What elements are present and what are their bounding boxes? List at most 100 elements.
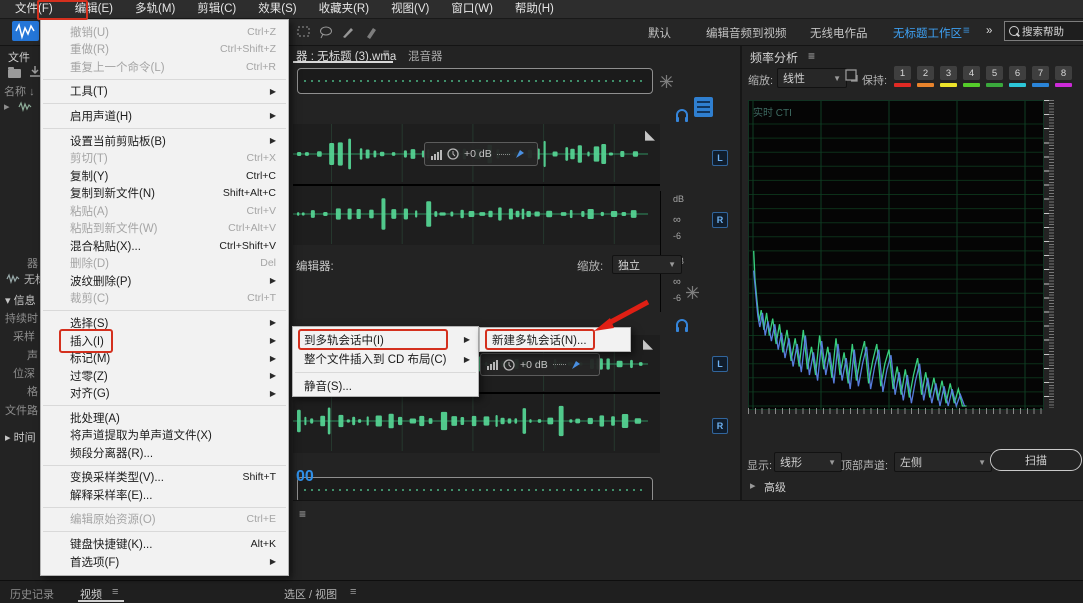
settings-star-icon[interactable] [659,74,674,89]
hold-button-8[interactable]: 8 [1055,66,1072,80]
paintbrush-tool-icon[interactable] [340,24,356,40]
volume-hud-2[interactable]: +0 dB [480,353,600,376]
video-panel-menu-icon[interactable]: ≡ [112,586,118,598]
edit-menu-item-7[interactable]: 启用声道(H) ▶ [41,107,288,125]
edit-menu-item-28[interactable]: 频段分离器(R)... [41,444,288,462]
edit-menu-item-9[interactable]: 设置当前剪贴板(B) ▶ [41,132,288,150]
copy-snapshot-icon[interactable] [845,69,861,85]
hold-button-7[interactable]: 7 [1032,66,1049,80]
menubar-item-8[interactable]: 窗口(W) [440,0,504,18]
edit-menu-item-5[interactable]: 工具(T) ▶ [41,83,288,101]
edit-menu-item-24[interactable]: 对齐(G) ▶ [41,384,288,402]
menubar-item-6[interactable]: 收藏夹(R) [308,0,380,18]
zoom-mode-select[interactable]: 独立 ▼ [612,255,682,274]
edit-menu-item-18[interactable]: 裁剪(C) Ctrl+T [41,290,288,308]
insert-submenu-item-2[interactable]: 整个文件插入到 CD 布局(C) ▶ [293,350,478,370]
files-panel-tab[interactable]: 文件 [8,49,30,65]
mixer-tab[interactable]: 混音器 [408,48,443,64]
menubar-item-7[interactable]: 视图(V) [380,0,440,18]
edit-menu-item-1[interactable]: 撤销(U) Ctrl+Z [41,23,288,41]
hud-gain-value[interactable]: +0 dB [520,359,548,371]
frequency-chart[interactable] [748,100,1044,410]
left-channel-badge[interactable]: L [712,356,728,372]
hold-button-3[interactable]: 3 [940,66,957,80]
time-section-header[interactable]: ▸ 时间 [5,429,36,445]
insert-submenu-item-4[interactable]: 静音(S)... [293,376,478,396]
search-help-box[interactable]: 搜索帮助 [1004,21,1083,41]
top-channel-select[interactable]: 左侧 ▼ [894,452,992,472]
selection-view-menu-icon[interactable]: ≡ [350,586,356,598]
hud-slider-track[interactable] [552,364,566,365]
workspace-preset-default[interactable]: 默认 [648,25,671,41]
hud-gain-value[interactable]: +0 dB [464,148,492,160]
edit-menu-item-35[interactable]: 键盘快捷键(K)... Alt+K [41,535,288,553]
open-folder-icon[interactable] [8,67,21,78]
edit-menu-item-14[interactable]: 粘贴到新文件(W) Ctrl+Alt+V [41,219,288,237]
pin-hud-icon[interactable] [571,360,581,370]
volume-hud[interactable]: +0 dB [424,142,538,166]
edit-menu-item-3[interactable]: 重复上一个命令(L) Ctrl+R [41,58,288,76]
files-name-column-header[interactable]: 名称 ↓ [4,83,35,99]
workspace-menu-icon[interactable]: ≡ [963,25,970,37]
history-panel-tab[interactable]: 历史记录 [10,586,54,602]
headphone-monitor-icon[interactable] [674,107,690,123]
marquee-selection-tool-icon[interactable] [296,24,312,40]
edit-menu-item-2[interactable]: 重做(R) Ctrl+Shift+Z [41,41,288,59]
edit-menu-item-31[interactable]: 解释采样率(E)... [41,486,288,504]
hud-slider-track[interactable] [496,153,510,155]
edit-menu-item-21[interactable]: 插入(I) ▶ [41,328,288,353]
edit-menu-item-16[interactable]: 删除(D) Del [41,255,288,273]
edit-menu-item-17[interactable]: 波纹删除(P) ▶ [41,272,288,290]
info-section-header[interactable]: ▾ 信息 [5,292,36,308]
workspace-preset-radio[interactable]: 无线电作品 [810,25,868,41]
scan-button[interactable]: 扫描 [990,449,1082,471]
panel-tab-fragment[interactable]: 器 [27,255,38,271]
zoom-navigator-strip[interactable] [297,68,653,94]
edit-menu-item-30[interactable]: 变换采样类型(V)... Shift+T [41,469,288,487]
panel-menu-icon[interactable]: ≡ [299,507,306,521]
edit-menu-item-23[interactable]: 过零(Z) ▶ [41,367,288,385]
advanced-section-label[interactable]: 高级 [764,479,786,495]
time-display[interactable]: 00 [296,468,314,486]
edit-menu-item-10[interactable]: 剪切(T) Ctrl+X [41,149,288,167]
edit-menu-item-27[interactable]: 将声道提取为单声道文件(X) [41,426,288,444]
edit-menu-item-33[interactable]: 编辑原始资源(O) Ctrl+E [41,511,288,529]
workspace-overflow-icon[interactable]: » [986,25,992,37]
headphone-monitor-icon[interactable] [674,317,690,333]
freq-panel-title[interactable]: 频率分析 [750,49,798,66]
insert-submenu-item-1[interactable]: 到多轨会话中(I) ▶ [293,329,478,351]
edit-menu-item-13[interactable]: 粘贴(A) Ctrl+V [41,202,288,220]
spot-healing-brush-tool-icon[interactable] [362,24,378,40]
workspace-active-untitled[interactable]: 无标题工作区 [893,25,962,41]
edit-menu-item-15[interactable]: 混合粘贴(X)... Ctrl+Shift+V [41,237,288,255]
menubar-item-5[interactable]: 效果(S) [247,0,307,18]
left-channel-badge[interactable]: L [712,150,728,166]
right-channel-badge[interactable]: R [712,418,728,434]
scale-select[interactable]: 线性 ▼ [777,68,847,88]
corner-triangle-icon[interactable]: ◣ [643,337,653,350]
settings-star-icon[interactable] [685,285,700,300]
display-select[interactable]: 线形 ▼ [774,452,842,472]
corner-triangle-icon[interactable]: ◣ [645,128,655,141]
edit-menu-item-26[interactable]: 批处理(A) [41,409,288,427]
hold-button-4[interactable]: 4 [963,66,980,80]
edit-menu-item-12[interactable]: 复制到新文件(N) Shift+Alt+C [41,184,288,202]
lasso-selection-tool-icon[interactable] [318,24,334,40]
edit-menu-item-11[interactable]: 复制(Y) Ctrl+C [41,167,288,185]
selection-view-panel-tab[interactable]: 选区 / 视图 [284,586,337,602]
menubar-item-9[interactable]: 帮助(H) [504,0,565,18]
edit-menu-item-36[interactable]: 首选项(F) ▶ [41,553,288,571]
hold-button-1[interactable]: 1 [894,66,911,80]
editor-layout-toggle-icon[interactable] [694,97,713,117]
advanced-expander-icon[interactable]: ▸ [750,479,756,492]
hold-button-2[interactable]: 2 [917,66,934,80]
workspace-preset-edit-audio-to-video[interactable]: 编辑音频到视频 [706,25,787,41]
file-row-expander-icon[interactable]: ▸ [4,100,10,113]
hold-button-5[interactable]: 5 [986,66,1003,80]
menubar-item-3[interactable]: 多轨(M) [124,0,186,18]
pin-hud-icon[interactable] [515,149,525,159]
right-channel-badge[interactable]: R [712,212,728,228]
edit-menu-item-22[interactable]: 标记(M) ▶ [41,349,288,367]
editor-tab-menu-icon[interactable]: ≡ [383,48,390,60]
menubar-item-4[interactable]: 剪辑(C) [186,0,247,18]
